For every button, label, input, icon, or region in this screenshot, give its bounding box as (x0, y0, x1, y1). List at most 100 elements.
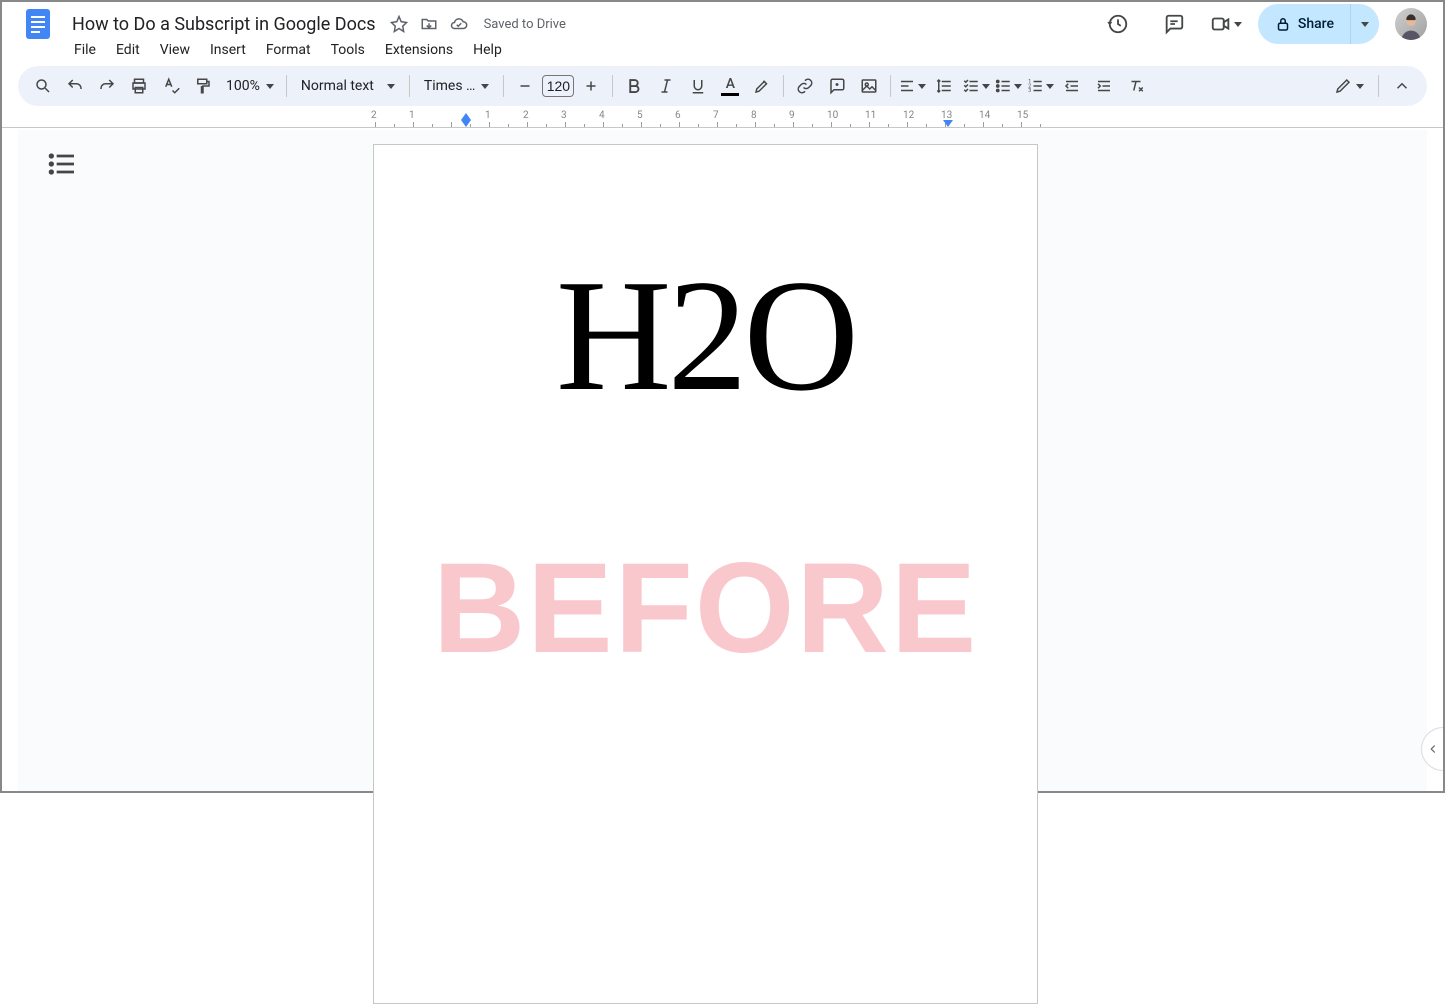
underline-icon[interactable] (683, 71, 713, 101)
menu-tools[interactable]: Tools (323, 38, 373, 62)
menu-insert[interactable]: Insert (202, 38, 254, 62)
menu-file[interactable]: File (66, 38, 104, 62)
ruler-number: 15 (1017, 110, 1028, 121)
separator (409, 75, 410, 97)
star-icon[interactable] (390, 15, 408, 33)
menu-edit[interactable]: Edit (108, 38, 148, 62)
save-status: Saved to Drive (484, 17, 566, 32)
bold-icon[interactable] (619, 71, 649, 101)
paragraph-style-select[interactable]: Normal text (293, 78, 403, 94)
decrease-indent-icon[interactable] (1057, 71, 1087, 101)
comments-icon[interactable] (1154, 4, 1194, 44)
ruler-number: 9 (789, 110, 795, 121)
chevron-down-icon (387, 84, 395, 89)
history-icon[interactable] (1098, 4, 1138, 44)
insert-image-icon[interactable] (854, 71, 884, 101)
ruler-segment: 5 (641, 110, 679, 128)
ruler-number: 1 (409, 110, 415, 121)
editing-mode-button[interactable] (1328, 71, 1370, 101)
menu-view[interactable]: View (152, 38, 198, 62)
print-icon[interactable] (124, 71, 154, 101)
page-content[interactable]: H2O (374, 145, 1037, 415)
menu-extensions[interactable]: Extensions (377, 38, 461, 62)
separator (1378, 75, 1379, 97)
document-page[interactable]: H2O BEFORE (373, 144, 1038, 1004)
ruler-segment: 2 (375, 110, 413, 128)
chevron-down-icon (1234, 22, 1242, 27)
left-indent-marker[interactable] (461, 120, 471, 127)
zoom-value: 100% (226, 78, 260, 94)
style-value: Normal text (301, 78, 374, 94)
increase-indent-icon[interactable] (1089, 71, 1119, 101)
first-line-indent-marker[interactable] (461, 113, 471, 120)
toolbar-container: 100% Normal text Times … A 123 (2, 66, 1443, 106)
separator (890, 75, 891, 97)
cloud-saved-icon[interactable] (450, 15, 468, 33)
separator (503, 75, 504, 97)
ruler-segment: 15 (1021, 110, 1059, 128)
document-text-line[interactable]: H2O (464, 255, 947, 415)
decrease-font-size-icon[interactable] (510, 71, 540, 101)
separator (783, 75, 784, 97)
chevron-down-icon (1356, 84, 1364, 89)
undo-icon[interactable] (60, 71, 90, 101)
zoom-select[interactable]: 100% (220, 78, 280, 94)
italic-icon[interactable] (651, 71, 681, 101)
ruler-number: 4 (599, 110, 605, 121)
font-size-group (510, 71, 606, 101)
svg-text:3: 3 (1029, 88, 1032, 94)
insert-link-icon[interactable] (790, 71, 820, 101)
separator (286, 75, 287, 97)
add-comment-icon[interactable] (822, 71, 852, 101)
bulleted-list-icon[interactable] (993, 71, 1023, 101)
clear-formatting-icon[interactable] (1121, 71, 1151, 101)
document-title[interactable]: How to Do a Subscript in Google Docs (66, 12, 382, 37)
collapse-toolbar-icon[interactable] (1387, 71, 1417, 101)
title-bar: How to Do a Subscript in Google Docs Sav… (2, 2, 1443, 38)
document-outline-icon[interactable] (46, 148, 78, 180)
text-color-icon[interactable]: A (715, 71, 745, 101)
toolbar-right (1328, 71, 1417, 101)
ruler-segment: 3 (565, 110, 603, 128)
line-spacing-icon[interactable] (929, 71, 959, 101)
menu-format[interactable]: Format (258, 38, 319, 62)
chevron-down-icon (1046, 84, 1054, 89)
font-value: Times … (424, 78, 476, 94)
increase-font-size-icon[interactable] (576, 71, 606, 101)
docs-logo[interactable] (18, 4, 58, 44)
ruler-segment: 7 (717, 110, 755, 128)
share-dropdown[interactable] (1350, 4, 1379, 44)
ruler-number: 2 (523, 110, 529, 121)
highlight-color-icon[interactable] (747, 71, 777, 101)
redo-icon[interactable] (92, 71, 122, 101)
ruler-number: 1 (485, 110, 491, 121)
font-select[interactable]: Times … (416, 78, 498, 94)
paint-format-icon[interactable] (188, 71, 218, 101)
menu-help[interactable]: Help (465, 38, 510, 62)
toolbar: 100% Normal text Times … A 123 (18, 66, 1427, 106)
ruler-segment: 4 (603, 110, 641, 128)
font-size-input[interactable] (542, 75, 574, 97)
ruler-number: 10 (827, 110, 838, 121)
ruler-segment: 9 (793, 110, 831, 128)
right-indent-marker[interactable] (943, 120, 953, 127)
share-main[interactable]: Share (1258, 15, 1350, 33)
share-button[interactable]: Share (1258, 4, 1379, 44)
meet-button[interactable] (1210, 13, 1242, 35)
ruler-number: 7 (713, 110, 719, 121)
search-menus-icon[interactable] (28, 71, 58, 101)
ruler[interactable]: 21123456789101112131415 (2, 110, 1443, 128)
spellcheck-icon[interactable] (156, 71, 186, 101)
ruler-number: 8 (751, 110, 757, 121)
checklist-icon[interactable] (961, 71, 991, 101)
account-avatar[interactable] (1395, 8, 1427, 40)
share-label: Share (1298, 16, 1334, 32)
move-icon[interactable] (420, 15, 438, 33)
title-bar-right: Share (1098, 4, 1427, 44)
ruler-number: 5 (637, 110, 643, 121)
numbered-list-icon[interactable]: 123 (1025, 71, 1055, 101)
align-icon[interactable] (897, 71, 927, 101)
ruler-number: 12 (903, 110, 914, 121)
ruler-segment: 6 (679, 110, 717, 128)
ruler-number: 11 (865, 110, 876, 121)
